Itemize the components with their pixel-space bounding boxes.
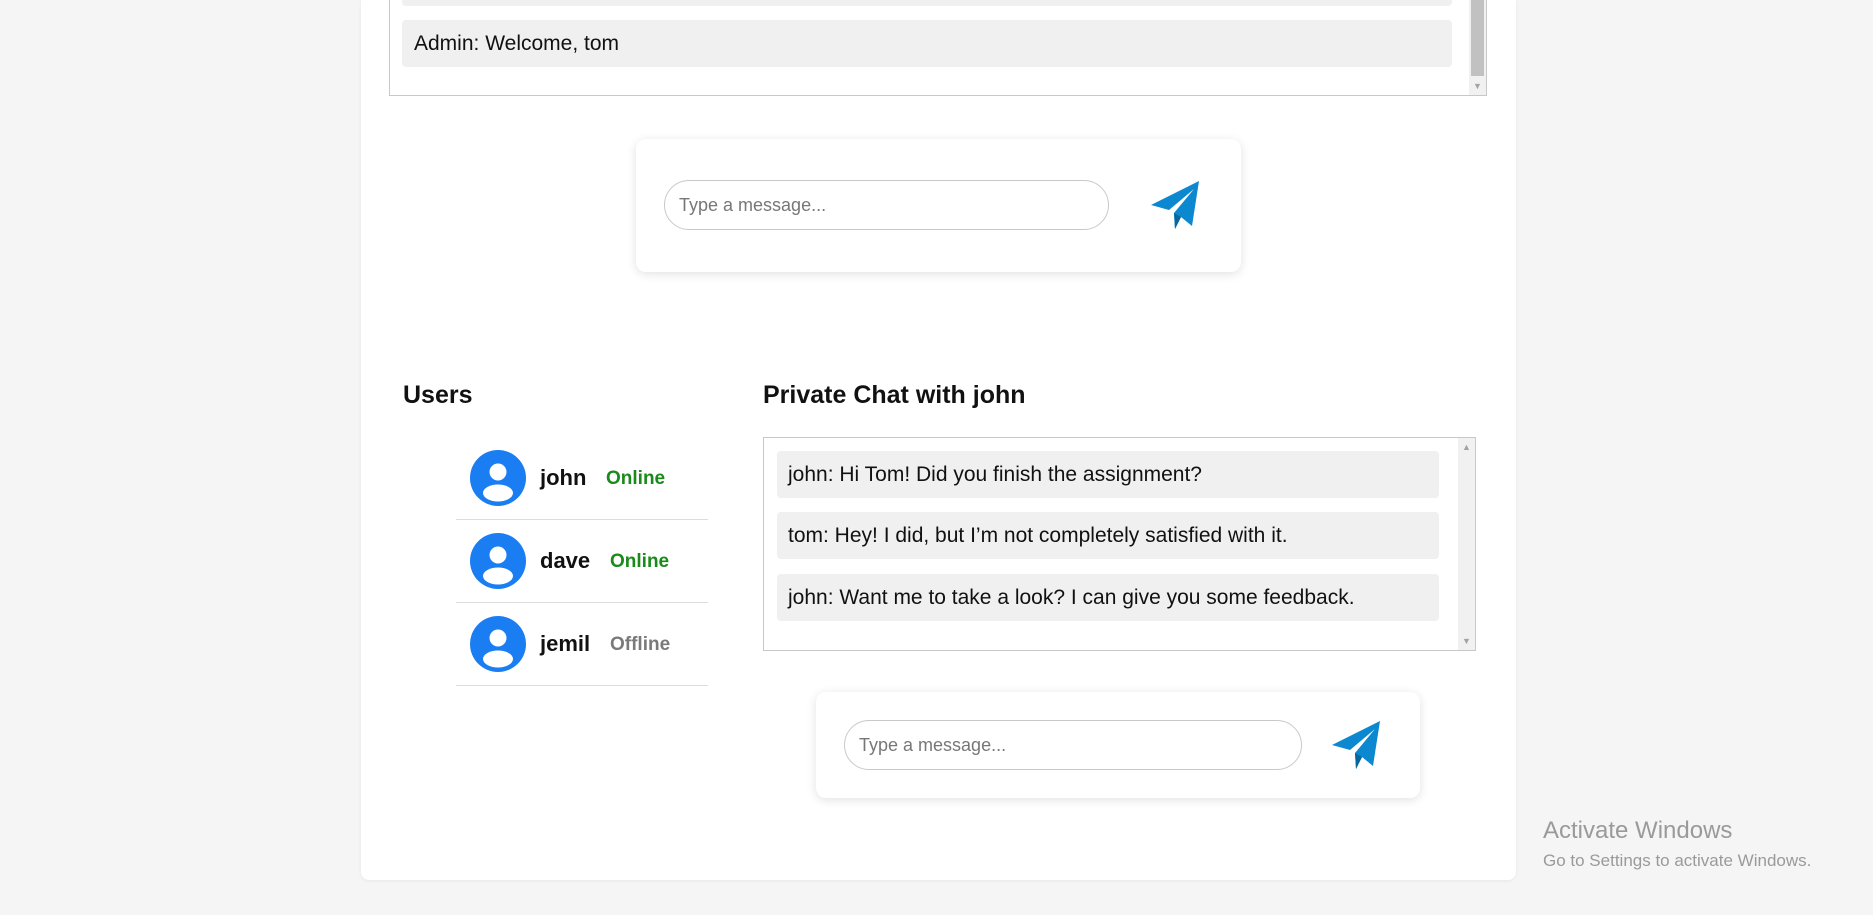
public-message: Admin: Welcome, tom: [402, 20, 1452, 67]
user-name: jemil: [540, 631, 591, 656]
user-status-badge: Online: [606, 468, 666, 489]
public-chat-log[interactable]: Admin: Welcome, tom ▼: [389, 0, 1487, 96]
users-heading: Users: [403, 381, 473, 409]
private-send-button[interactable]: [1328, 716, 1384, 772]
scrollbar-thumb[interactable]: [1471, 0, 1484, 76]
scroll-up-icon[interactable]: ▲: [1458, 440, 1475, 454]
activate-windows-title: Activate Windows: [1543, 817, 1733, 844]
scroll-down-icon[interactable]: ▼: [1469, 79, 1486, 93]
user-list: john Online dave Online jemil Offline: [456, 437, 708, 686]
public-chat-scrollbar[interactable]: ▼: [1469, 0, 1486, 95]
private-message: john: Want me to take a look? I can give…: [777, 574, 1439, 621]
private-chat-heading: Private Chat with john: [763, 381, 1026, 409]
paper-plane-icon: [1332, 721, 1380, 769]
user-status-badge: Offline: [610, 634, 671, 655]
public-send-button[interactable]: [1147, 176, 1203, 232]
user-item-dave[interactable]: dave Online: [456, 520, 708, 603]
user-name: dave: [540, 548, 591, 573]
previous-message-partial: [402, 0, 1452, 6]
paper-plane-icon: [1151, 181, 1199, 229]
public-message-composer: [636, 139, 1241, 272]
user-item-john[interactable]: john Online: [456, 437, 708, 520]
activate-windows-subtitle: Go to Settings to activate Windows.: [1543, 851, 1812, 870]
user-avatar-icon: [470, 616, 526, 672]
private-chat-scrollbar[interactable]: ▲ ▼: [1458, 438, 1475, 650]
user-item-jemil[interactable]: jemil Offline: [456, 603, 708, 686]
user-avatar-icon: [470, 533, 526, 589]
private-message: tom: Hey! I did, but I’m not completely …: [777, 512, 1439, 559]
user-avatar-icon: [470, 450, 526, 506]
public-message-input[interactable]: [664, 180, 1109, 230]
user-name: john: [540, 465, 587, 490]
private-message-input[interactable]: [844, 720, 1302, 770]
private-message-composer: [816, 692, 1420, 798]
private-message: john: Hi Tom! Did you finish the assignm…: [777, 451, 1439, 498]
chat-page: Admin: Welcome, tom ▼ Users john Onli: [0, 0, 1873, 915]
user-status-badge: Online: [610, 551, 670, 572]
private-chat-log[interactable]: john: Hi Tom! Did you finish the assignm…: [763, 437, 1476, 651]
scroll-down-icon[interactable]: ▼: [1458, 634, 1475, 648]
